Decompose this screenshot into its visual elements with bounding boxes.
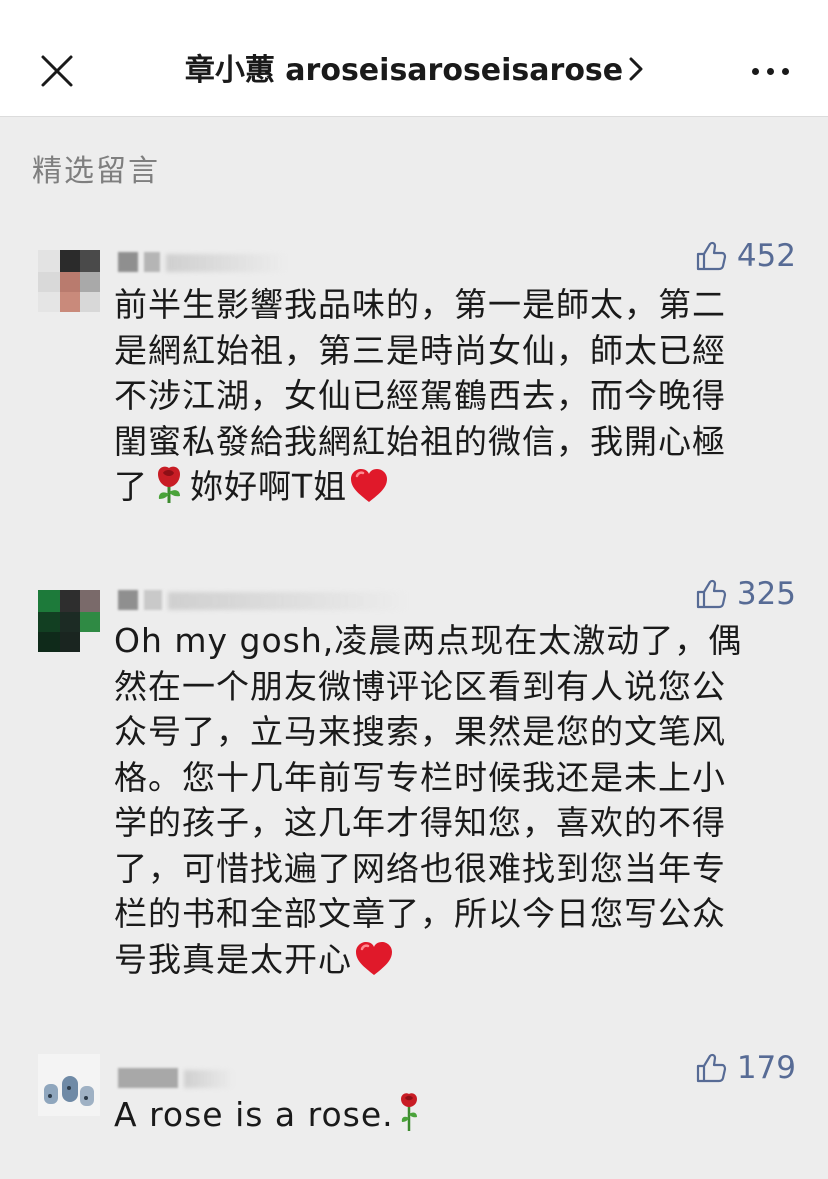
avatar[interactable] xyxy=(38,1054,100,1116)
comment-line-part: 了 xyxy=(114,467,148,506)
avatar[interactable] xyxy=(38,250,100,312)
close-icon xyxy=(41,55,73,87)
comment-line: A rose is a rose. xyxy=(114,1092,794,1144)
rose-stem-icon xyxy=(396,1092,422,1144)
like-button[interactable]: 325 xyxy=(695,576,796,612)
avatar[interactable] xyxy=(38,590,100,652)
comment-line-part: 号我真是太开心 xyxy=(114,939,352,979)
thumbs-up-icon xyxy=(696,241,726,271)
comment-line: 不涉江湖，女仙已經駕鶴西去，而今晚得 xyxy=(114,376,726,415)
account-title: 章小蕙 aroseisaroseisarose xyxy=(184,53,624,88)
comment-line: 众号了，立马来搜索，果然是您的文笔风 xyxy=(114,712,726,751)
close-button[interactable] xyxy=(30,44,84,98)
comment-line: 了 妳好啊T姐 xyxy=(114,464,794,516)
comment-line: 閨蜜私發給我網紅始祖的微信，我開心極 xyxy=(114,421,726,461)
comment-line: 栏的书和全部文章了，所以今日您写公众 xyxy=(114,894,726,933)
like-count: 325 xyxy=(736,576,796,612)
more-dot xyxy=(766,67,774,75)
like-count: 452 xyxy=(736,238,796,274)
comment-text: 前半生影響我品味的，第一是師太，第二 是網紅始祖，第三是時尚女仙，師太已經 不涉… xyxy=(114,282,794,516)
comment-line-part: A rose is a rose. xyxy=(114,1095,394,1134)
comment-text: A rose is a rose. xyxy=(114,1092,794,1144)
comment-line: 了，可惜找遍了网络也很难找到您当年专 xyxy=(114,848,726,888)
more-dots-icon xyxy=(751,67,759,75)
top-bar: 章小蕙 aroseisaroseisarose xyxy=(0,0,828,117)
chevron-right-icon xyxy=(629,47,643,97)
comment-line: 是網紅始祖，第三是時尚女仙，師太已經 xyxy=(114,330,726,370)
comment-line: 号我真是太开心 xyxy=(114,937,794,989)
comment-line: 然在一个朋友微博评论区看到有人说您公 xyxy=(114,666,726,706)
comment-line: 格。您十几年前写专栏时候我还是未上小 xyxy=(114,757,726,797)
section-label: 精选留言 xyxy=(32,154,160,189)
more-dot xyxy=(781,67,789,75)
thumbs-up-icon xyxy=(696,1053,726,1083)
comment-text: Oh my gosh,凌晨两点现在太激动了，偶 然在一个朋友微博评论区看到有人说… xyxy=(114,618,794,988)
comment-line-part: 妳好啊T姐 xyxy=(190,467,348,506)
more-options-button[interactable] xyxy=(740,48,800,94)
comment-line: Oh my gosh,凌晨两点现在太激动了，偶 xyxy=(114,621,743,660)
author-name-blurred xyxy=(118,590,408,614)
rose-icon xyxy=(150,464,188,516)
comment-line: 学的孩子，这几年才得知您，喜欢的不得 xyxy=(114,803,726,842)
heart-icon xyxy=(354,941,394,989)
like-button[interactable]: 179 xyxy=(695,1050,796,1086)
author-name-blurred xyxy=(118,1068,234,1092)
thumbs-up-icon xyxy=(696,579,726,609)
author-name-blurred xyxy=(118,252,286,276)
like-button[interactable]: 452 xyxy=(695,238,796,274)
heart-icon xyxy=(349,468,389,516)
comment-line: 前半生影響我品味的，第一是師太，第二 xyxy=(114,285,726,324)
account-title-link[interactable]: 章小蕙 aroseisaroseisarose xyxy=(130,46,698,96)
like-count: 179 xyxy=(736,1050,796,1086)
